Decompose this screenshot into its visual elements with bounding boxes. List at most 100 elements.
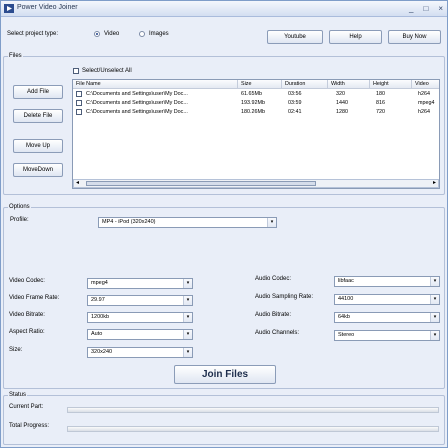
audio-sampling-rate-label: Audio Sampling Rate: <box>255 294 314 300</box>
column-file-name[interactable]: File Name <box>73 80 238 89</box>
radio-images-label[interactable]: Images <box>149 31 169 37</box>
total-progress-bar <box>67 426 439 432</box>
restore-button[interactable]: □ <box>423 3 428 14</box>
profile-value: MP4 - iPod (320x240) <box>102 219 156 225</box>
scroll-right-arrow-icon[interactable]: ▸ <box>433 180 436 187</box>
column-width[interactable]: Width <box>328 80 370 89</box>
horizontal-scrollbar[interactable]: ◂ ▸ <box>73 179 439 188</box>
video-frame-rate-value: 29.97 <box>91 297 105 303</box>
table-row[interactable]: C:\Documents and Settings\user\My Doc...… <box>73 99 439 108</box>
audio-channels-select[interactable]: Stereo ▾ <box>334 330 440 341</box>
profile-label: Profile: <box>10 217 29 223</box>
row-file-name: C:\Documents and Settings\user\My Doc... <box>86 91 188 97</box>
size-value: 320x240 <box>91 349 113 355</box>
status-group <box>3 395 445 445</box>
buy-now-button[interactable]: Buy Now <box>388 30 441 44</box>
row-video: h264 <box>418 91 430 97</box>
video-codec-label: Video Codec: <box>9 278 45 284</box>
row-video: mpeg4 <box>418 100 435 106</box>
column-duration[interactable]: Duration <box>282 80 328 89</box>
column-video[interactable]: Video <box>412 80 439 89</box>
video-codec-select[interactable]: mpeg4 ▾ <box>87 278 193 289</box>
join-files-button[interactable]: Join Files <box>174 365 276 384</box>
chevron-down-icon[interactable]: ▾ <box>183 330 192 339</box>
row-size: 61.65Mb <box>241 91 262 97</box>
video-bitrate-select[interactable]: 1200kb ▾ <box>87 312 193 323</box>
scroll-thumb[interactable] <box>86 181 316 186</box>
scroll-left-arrow-icon[interactable]: ◂ <box>76 180 79 187</box>
help-button[interactable]: Help <box>329 30 382 44</box>
row-checkbox[interactable] <box>76 91 82 97</box>
row-width: 320 <box>336 91 345 97</box>
chevron-down-icon[interactable]: ▾ <box>183 313 192 322</box>
audio-channels-label: Audio Channels: <box>255 330 300 336</box>
options-group-title: Options <box>8 204 31 210</box>
status-group-title: Status <box>8 392 28 398</box>
chevron-down-icon[interactable]: ▾ <box>183 348 192 357</box>
audio-sampling-rate-select[interactable]: 44100 ▾ <box>334 294 440 305</box>
video-codec-value: mpeg4 <box>91 280 108 286</box>
current-part-label: Current Part: <box>9 404 44 410</box>
delete-file-button[interactable]: Delete File <box>13 109 63 123</box>
video-bitrate-value: 1200kb <box>91 314 110 320</box>
row-file-name: C:\Documents and Settings\user\My Doc... <box>86 100 188 106</box>
add-file-button[interactable]: Add File <box>13 85 63 99</box>
app-icon <box>4 4 14 13</box>
row-file-name: C:\Documents and Settings\user\My Doc... <box>86 109 188 115</box>
size-label: Size: <box>9 347 23 353</box>
row-duration: 03:56 <box>288 91 302 97</box>
row-width: 1280 <box>336 109 348 115</box>
chevron-down-icon[interactable]: ▾ <box>430 313 439 322</box>
audio-bitrate-value: 64kb <box>338 314 350 320</box>
radio-video[interactable] <box>94 31 100 37</box>
profile-select[interactable]: MP4 - iPod (320x240) ▾ <box>98 217 277 228</box>
row-video: h264 <box>418 109 430 115</box>
aspect-ratio-select[interactable]: Auto ▾ <box>87 329 193 340</box>
title-bar: Power Video Joiner _ □ × <box>1 1 447 17</box>
column-height[interactable]: Height <box>370 80 412 89</box>
row-duration: 02:41 <box>288 109 302 115</box>
audio-codec-label: Audio Codec: <box>255 276 292 282</box>
files-group-title: Files <box>8 53 23 59</box>
close-button[interactable]: × <box>438 3 443 14</box>
youtube-button[interactable]: Youtube <box>267 30 323 44</box>
table-row[interactable]: C:\Documents and Settings\user\My Doc...… <box>73 90 439 99</box>
grid-header: File Name Size Duration Width Height Vid… <box>73 80 439 89</box>
video-frame-rate-label: Video Frame Rate: <box>9 295 60 301</box>
app-window: Power Video Joiner _ □ × Select project … <box>0 0 448 448</box>
chevron-down-icon[interactable]: ▾ <box>430 295 439 304</box>
video-bitrate-label: Video Bitrate: <box>9 312 45 318</box>
file-grid[interactable]: File Name Size Duration Width Height Vid… <box>72 79 440 189</box>
aspect-ratio-label: Aspect Ratio: <box>9 329 45 335</box>
current-part-progress <box>67 407 439 413</box>
radio-images[interactable] <box>139 31 145 37</box>
chevron-down-icon[interactable]: ▾ <box>430 277 439 286</box>
row-checkbox[interactable] <box>76 109 82 115</box>
audio-bitrate-select[interactable]: 64kb ▾ <box>334 312 440 323</box>
chevron-down-icon[interactable]: ▾ <box>267 218 276 227</box>
table-row[interactable]: C:\Documents and Settings\user\My Doc...… <box>73 108 439 117</box>
row-width: 1440 <box>336 100 348 106</box>
size-select[interactable]: 320x240 ▾ <box>87 347 193 358</box>
window-title: Power Video Joiner <box>17 4 78 11</box>
project-type-label: Select project type: <box>7 31 59 37</box>
chevron-down-icon[interactable]: ▾ <box>183 279 192 288</box>
audio-bitrate-label: Audio Bitrate: <box>255 312 292 318</box>
minimize-button[interactable]: _ <box>409 3 413 14</box>
select-all-label[interactable]: Select/Unselect All <box>82 68 132 74</box>
chevron-down-icon[interactable]: ▾ <box>183 296 192 305</box>
row-height: 180 <box>376 91 385 97</box>
select-all-checkbox[interactable] <box>73 68 79 74</box>
column-size[interactable]: Size <box>238 80 282 89</box>
chevron-down-icon[interactable]: ▾ <box>430 331 439 340</box>
audio-sampling-rate-value: 44100 <box>338 296 354 302</box>
row-size: 193.92Mb <box>241 100 265 106</box>
video-frame-rate-select[interactable]: 29.97 ▾ <box>87 295 193 306</box>
row-duration: 03:59 <box>288 100 302 106</box>
move-up-button[interactable]: Move Up <box>13 139 63 153</box>
radio-video-label[interactable]: Video <box>104 31 119 37</box>
audio-codec-select[interactable]: libfaac ▾ <box>334 276 440 287</box>
move-down-button[interactable]: MoveDown <box>13 163 63 177</box>
window-controls: _ □ × <box>409 3 443 14</box>
row-checkbox[interactable] <box>76 100 82 106</box>
